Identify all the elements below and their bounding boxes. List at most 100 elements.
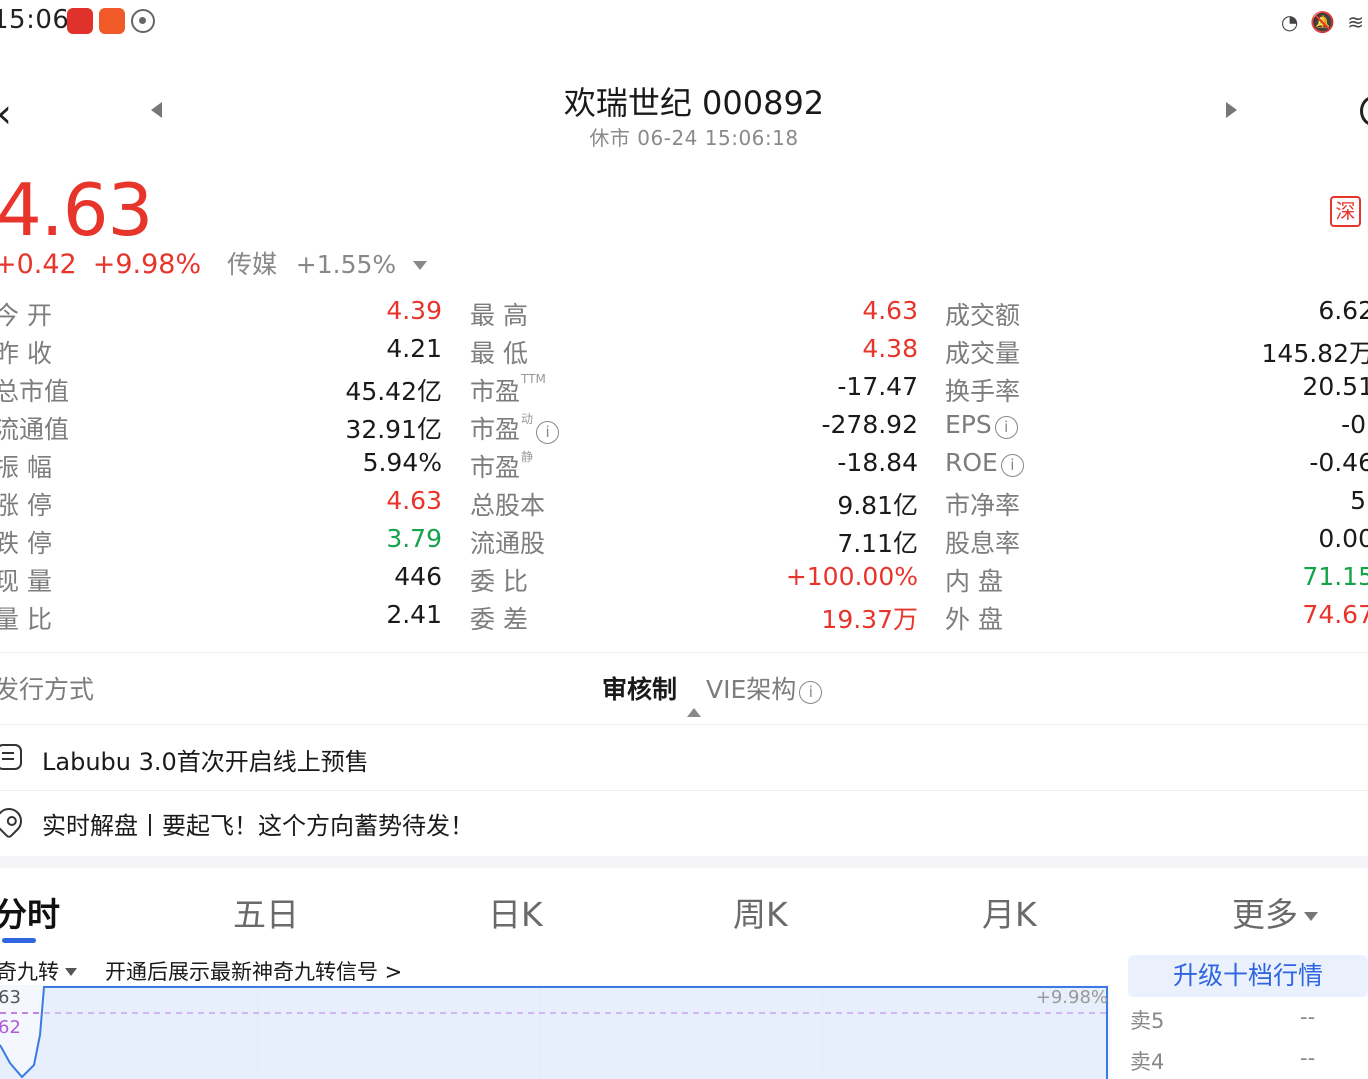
sector-name: 传媒: [227, 250, 278, 279]
divider: [0, 790, 1368, 791]
eps-label: EPS: [945, 410, 992, 439]
info-icon[interactable]: i: [536, 421, 560, 444]
intraday-chart[interactable]: 63 62 +9.98%: [0, 985, 1110, 1079]
tab-active-indicator: [2, 938, 36, 943]
app-notification-icon: [67, 8, 93, 34]
tab-more[interactable]: 更多: [1232, 888, 1318, 936]
stat-label-total-shares: 总股本: [470, 491, 546, 520]
divider: [0, 724, 1368, 725]
tag-icon: [0, 802, 28, 840]
stat-value-roe: -0.46: [1309, 448, 1368, 477]
pe-label: 市盈: [470, 415, 521, 444]
stat-label-turnover-rate: 换手率: [945, 377, 1021, 406]
intraday-chart-svg: [0, 985, 1110, 1079]
stat-label-volume-ratio: 量 比: [0, 605, 52, 634]
depth-value: --: [1300, 1046, 1316, 1070]
stat-value-outer-volume: 74.67: [1302, 600, 1368, 629]
app-notification-icon-2: [99, 8, 125, 34]
tab-monthly-k[interactable]: 月K: [982, 888, 1037, 936]
stat-label-current-volume: 现 量: [0, 567, 52, 596]
news-text: 实时解盘丨要起飞！这个方向蓄势待发！: [42, 812, 474, 840]
price-change: +0.42: [0, 249, 77, 280]
divider: [0, 652, 1368, 653]
record-icon: [131, 9, 155, 33]
sector-pct: +1.55%: [295, 250, 397, 279]
vie-structure[interactable]: VIE架构 i: [706, 670, 823, 706]
stock-title: 欢瑞世纪 000892: [563, 84, 825, 122]
stat-row: 涨 停 4.63 总股本 9.81亿 市净率 5.: [0, 486, 1368, 524]
stat-row: 总市值 45.42亿 市盈TTM -17.47 换手率 20.51: [0, 372, 1368, 410]
stat-row: 昨 收 4.21 最 低 4.38 成交量 145.82万: [0, 334, 1368, 372]
stat-value-inner-volume: 71.15: [1302, 562, 1368, 591]
info-icon[interactable]: i: [994, 416, 1018, 439]
market-status: 休市 06-24 15:06:18: [589, 126, 799, 150]
triangle-right-icon[interactable]: [1226, 102, 1237, 118]
tab-weekly-k[interactable]: 周K: [733, 888, 788, 936]
stat-label-order-ratio: 委 比: [470, 567, 528, 596]
stat-label-turnover: 成交额: [945, 301, 1021, 330]
stat-value-pe-dynamic: -278.92: [821, 410, 919, 439]
status-time: 15:06: [0, 5, 70, 35]
indicator-bar: 奇九转 开通后展示最新神奇九转信号 >: [0, 950, 1120, 986]
current-price: 4.63: [0, 168, 153, 252]
depth-label: 卖5: [1130, 1009, 1165, 1033]
stat-value-current-volume: 446: [394, 562, 442, 591]
indicator-promo-link[interactable]: 开通后展示最新神奇九转信号 >: [105, 956, 402, 986]
pe-superscript: 动: [521, 412, 534, 426]
stat-label-limit-down: 跌 停: [0, 529, 52, 558]
news-item[interactable]: 实时解盘丨要起飞！这个方向蓄势待发！: [0, 792, 1368, 852]
tab-intraday[interactable]: 分时: [0, 888, 60, 936]
mute-icon: 🔕: [1310, 10, 1336, 34]
stat-value-volume-ratio: 2.41: [386, 600, 442, 629]
stat-row: 量 比 2.41 委 差 19.37万 外 盘 74.67: [0, 600, 1368, 638]
pe-superscript: TTM: [521, 372, 546, 386]
caret-down-icon: [412, 261, 427, 270]
stat-row: 今 开 4.39 最 高 4.63 成交额 6.62: [0, 296, 1368, 334]
stat-value-pb: 5.: [1350, 486, 1368, 515]
stat-value-prev-close: 4.21: [386, 334, 442, 363]
speed-icon: ◔: [1280, 10, 1299, 34]
stat-value-float-shares: 7.11亿: [837, 529, 918, 558]
issue-method-row: 发行方式 审核制 VIE架构 i: [0, 664, 1368, 712]
caret-down-icon: [1304, 912, 1318, 921]
stat-value-amplitude: 5.94%: [362, 448, 442, 477]
stat-label-high: 最 高: [470, 301, 528, 330]
stat-label-limit-up: 涨 停: [0, 491, 52, 520]
stat-value-order-ratio: +100.00%: [785, 562, 918, 591]
stat-value-limit-up: 4.63: [386, 486, 442, 515]
stat-row: 振 幅 5.94% 市盈静 -18.84 ROE i -0.46: [0, 448, 1368, 486]
stat-label-order-diff: 委 差: [470, 605, 528, 634]
axis-label-right: +9.98%: [1035, 987, 1108, 1008]
stat-value-turnover: 6.62: [1318, 296, 1368, 325]
depth-row: 卖4 --: [1128, 1046, 1368, 1076]
exchange-badge: 深: [1330, 196, 1361, 227]
stat-row: 流通值 32.91亿 市盈动i -278.92 EPSi -0.: [0, 410, 1368, 448]
tab-more-label: 更多: [1232, 895, 1298, 934]
pe-superscript: 静: [521, 450, 534, 464]
indicator-selector[interactable]: 奇九转: [0, 956, 77, 986]
stat-label-float-shares: 流通股: [470, 529, 546, 558]
sector-selector[interactable]: 传媒 +1.55%: [227, 245, 427, 281]
indicator-name: 奇九转: [0, 960, 59, 984]
stat-label-inner-volume: 内 盘: [945, 567, 1003, 596]
section-separator: [0, 856, 1368, 868]
caret-up-icon[interactable]: [687, 708, 701, 717]
chart-tabs: 分时 五日 日K 周K 月K 更多: [0, 868, 1368, 948]
upgrade-depth-button[interactable]: 升级十档行情: [1128, 955, 1368, 997]
stat-value-pe-static: -18.84: [837, 448, 918, 477]
stat-value-eps: -0.: [1341, 410, 1368, 439]
news-item[interactable]: Labubu 3.0首次开启线上预售: [0, 728, 1368, 788]
wifi-icon: ≋: [1347, 10, 1364, 34]
stat-value-total-shares: 9.81亿: [837, 491, 918, 520]
info-icon[interactable]: i: [1000, 454, 1024, 477]
roe-label: ROE: [945, 448, 998, 477]
stat-label-prev-close: 昨 收: [0, 339, 52, 368]
price-change-pct: +9.98%: [92, 249, 202, 280]
stat-label-pb: 市净率: [945, 491, 1021, 520]
stat-value-open: 4.39: [386, 296, 442, 325]
news-text: Labubu 3.0首次开启线上预售: [42, 748, 369, 776]
stat-label-market-cap: 总市值: [0, 377, 70, 406]
tab-daily-k[interactable]: 日K: [488, 888, 543, 936]
tab-five-day[interactable]: 五日: [233, 888, 299, 936]
info-icon[interactable]: i: [799, 681, 823, 704]
